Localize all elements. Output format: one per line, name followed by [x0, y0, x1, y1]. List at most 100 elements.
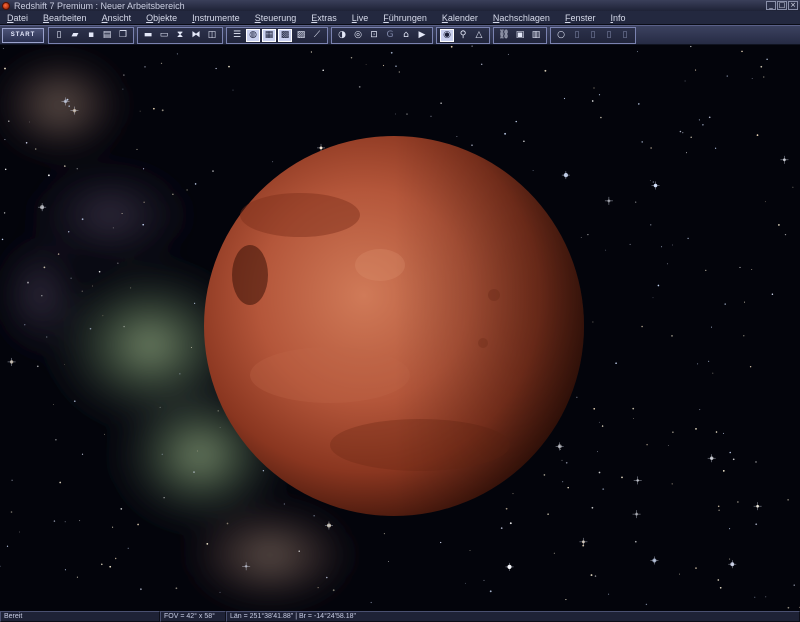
star — [79, 520, 81, 522]
star — [64, 363, 65, 365]
menu-instrumente[interactable]: Instrumente — [185, 13, 248, 23]
page-icon[interactable]: ▯ — [618, 29, 632, 42]
target-icon[interactable]: ⊡ — [367, 29, 381, 42]
screen-icon[interactable]: ▥ — [529, 29, 543, 42]
star — [172, 193, 174, 195]
chart-icon[interactable]: ▦ — [262, 28, 276, 42]
menu-datei[interactable]: Datei — [0, 13, 36, 23]
status-fov: FOV = 42° x 58° — [160, 611, 226, 622]
star — [73, 400, 76, 403]
mars-planet[interactable] — [204, 136, 584, 516]
star — [547, 513, 549, 515]
star — [53, 520, 56, 522]
star — [751, 269, 753, 270]
grid-icon[interactable]: ▩ — [278, 28, 292, 42]
star — [634, 540, 637, 543]
star — [440, 102, 442, 104]
star — [686, 152, 687, 154]
star — [671, 244, 673, 246]
monitor-icon[interactable]: ▬ — [141, 29, 155, 42]
star — [741, 50, 743, 53]
maximize-button[interactable]: □ — [777, 1, 787, 10]
star — [587, 234, 589, 236]
star — [1, 238, 4, 241]
menu-bar: Datei Bearbeiten Ansicht Objekte Instrumente… — [0, 11, 800, 25]
minimize-button[interactable]: _ — [766, 1, 776, 10]
menu-extras[interactable]: Extras — [304, 13, 345, 23]
star — [743, 335, 745, 337]
new-document-icon[interactable]: ▯ — [52, 29, 66, 42]
star — [153, 107, 155, 110]
star — [112, 526, 114, 528]
star — [117, 262, 119, 264]
star — [193, 471, 195, 473]
image-icon[interactable]: ▨ — [294, 29, 308, 42]
star — [708, 360, 710, 362]
star — [144, 66, 146, 68]
start-button[interactable]: START — [2, 27, 44, 43]
photo-icon[interactable]: ▣ — [513, 29, 527, 42]
star — [598, 94, 601, 96]
orbit-icon[interactable]: ◎ — [351, 29, 365, 42]
window-icon[interactable]: ▭ — [157, 29, 171, 42]
triangle-icon[interactable]: △ — [472, 29, 486, 42]
menu-kalender[interactable]: Kalender — [435, 13, 486, 23]
dialog-icon[interactable]: ▯ — [586, 29, 600, 42]
star — [512, 493, 514, 495]
sky-viewport[interactable] — [0, 45, 800, 611]
toolbar-group-extras: ⛓ ▣ ▥ — [493, 26, 547, 44]
star — [68, 231, 70, 233]
redshift-app-icon[interactable] — [2, 1, 10, 10]
star — [196, 450, 198, 452]
star — [697, 363, 699, 365]
star — [592, 321, 594, 323]
home-icon[interactable]: ⌂ — [399, 29, 413, 42]
menu-live[interactable]: Live — [345, 13, 377, 23]
camera-view-icon[interactable]: ◉ — [440, 28, 454, 42]
menu-bearbeiten[interactable]: Bearbeiten — [36, 13, 95, 23]
open-folder-icon[interactable]: ▰ — [68, 29, 82, 42]
copy-icon[interactable]: ❐ — [116, 29, 130, 42]
circle-icon[interactable]: ○ — [554, 29, 568, 42]
star — [792, 186, 794, 188]
star — [480, 63, 483, 66]
star — [81, 453, 84, 455]
play-icon[interactable]: ▶ — [415, 29, 429, 42]
star — [671, 483, 673, 485]
compass-icon[interactable]: ◑ — [335, 29, 349, 42]
star — [602, 488, 605, 490]
telescope-icon[interactable]: ⟋ — [310, 29, 324, 42]
globe-icon[interactable]: ◍ — [246, 28, 260, 42]
card-icon[interactable]: ▯ — [602, 29, 616, 42]
star — [582, 544, 585, 547]
star — [81, 290, 83, 292]
menu-ansicht[interactable]: Ansicht — [95, 13, 140, 23]
star — [387, 560, 390, 563]
list-icon[interactable]: ☰ — [230, 29, 244, 42]
star — [646, 443, 648, 446]
close-button[interactable]: × — [788, 1, 798, 10]
menu-führungen[interactable]: Führungen — [376, 13, 435, 23]
g-letter-icon[interactable]: G — [383, 29, 397, 42]
menu-steuerung[interactable]: Steuerung — [248, 13, 305, 23]
link-icon[interactable]: ⛓ — [497, 29, 511, 42]
note-icon[interactable]: ▯ — [570, 29, 584, 42]
menu-fenster[interactable]: Fenster — [558, 13, 604, 23]
star — [68, 105, 70, 107]
hourglass-icon[interactable]: ⧗ — [173, 29, 187, 42]
menu-objekte[interactable]: Objekte — [139, 13, 185, 23]
star — [722, 470, 725, 472]
print-icon[interactable]: ▤ — [100, 29, 114, 42]
save-icon[interactable]: ▪ — [84, 29, 98, 42]
star — [4, 67, 6, 70]
zoom-icon[interactable]: ⚲ — [456, 29, 470, 42]
star — [262, 470, 265, 472]
frame-icon[interactable]: ◫ — [205, 29, 219, 42]
play-back-forth-icon[interactable]: ⧓ — [189, 29, 203, 42]
star — [430, 115, 432, 117]
star — [29, 121, 31, 123]
menu-info[interactable]: Info — [603, 13, 633, 23]
sky-view-canvas[interactable] — [0, 45, 800, 611]
menu-nachschlagen[interactable]: Nachschlagen — [486, 13, 558, 23]
star — [695, 428, 697, 430]
